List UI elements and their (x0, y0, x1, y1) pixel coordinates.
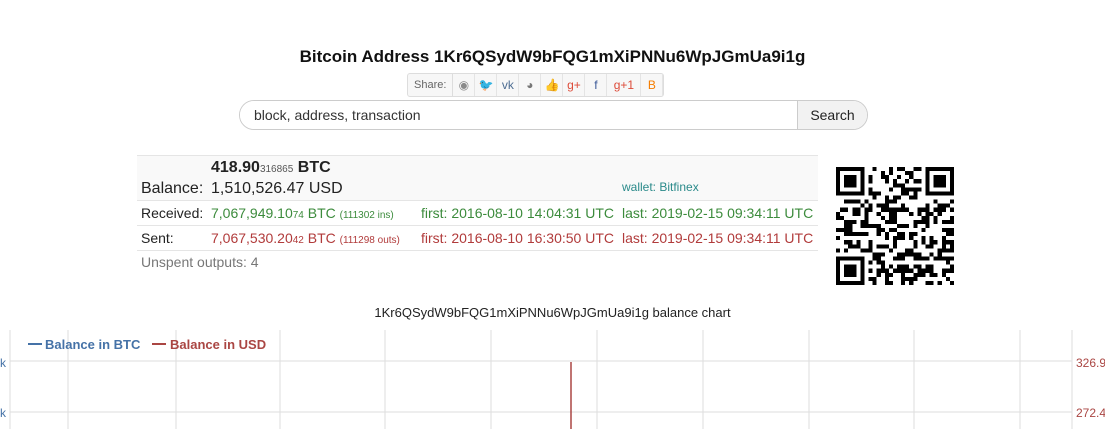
left-tick-2: k (0, 406, 7, 420)
balance-row: 418.90316865 BTC Balance: 1,510,526.47 U… (137, 155, 818, 201)
balance-label: Balance: (141, 180, 204, 197)
chart-legend[interactable]: Balance in BTC Balance in USD (28, 337, 266, 352)
balance-chart: Balance in BTC Balance in USD k k 326.9 … (0, 330, 1105, 429)
balance-btc-unit: BTC (297, 159, 331, 176)
wallet-link[interactable]: wallet: Bitfinex (622, 180, 699, 194)
balance-btc: 418.90316865 BTC (211, 159, 331, 177)
twitter-icon[interactable]: 🐦 (475, 74, 498, 96)
page-title: Bitcoin Address 1Kr6QSydW9bFQG1mXiPNNu6W… (299, 47, 806, 66)
unspent-outputs: Unspent outputs: 4 (141, 254, 259, 270)
sent-first: first: 2016-08-10 16:30:50 UTC (421, 230, 614, 246)
received-label: Received: (141, 205, 204, 221)
like-icon[interactable]: 👍 (541, 74, 564, 96)
received-ins: (111302 ins) (339, 210, 394, 221)
sent-outs: (111298 outs) (339, 235, 400, 246)
left-tick-1: k (0, 356, 7, 370)
legend-btc: Balance in BTC (45, 337, 141, 352)
google-plus-icon[interactable]: g+ (563, 74, 586, 96)
chart-title: 1Kr6QSydW9bFQG1mXiPNNu6WpJGmUa9i1g balan… (374, 305, 731, 320)
reddit-icon[interactable]: ◉ (453, 74, 476, 96)
search-button[interactable]: Search (797, 101, 867, 129)
blogger-icon[interactable]: B (641, 74, 664, 96)
received-first: first: 2016-08-10 14:04:31 UTC (421, 205, 614, 221)
right-tick-1: 326.9 (1076, 356, 1105, 370)
legend-usd: Balance in USD (170, 337, 266, 352)
weibo-icon[interactable]: ◕ (519, 74, 542, 96)
google-plus-one-icon[interactable]: g+1 (607, 74, 642, 96)
received-last: last: 2019-02-15 09:34:11 UTC (622, 205, 814, 221)
search-input[interactable] (240, 101, 797, 129)
sent-last: last: 2019-02-15 09:34:11 UTC (622, 230, 814, 246)
balance-btc-main: 418.90 (211, 159, 260, 176)
right-tick-2: 272.4 (1076, 406, 1105, 420)
vk-icon[interactable]: vk (497, 74, 520, 96)
search-bar: Search (239, 100, 868, 130)
address-summary: 418.90316865 BTC Balance: 1,510,526.47 U… (137, 155, 818, 273)
facebook-icon[interactable]: f (585, 74, 608, 96)
received-amount: 7,067,949.1074 BTC (111302 ins) (211, 205, 394, 221)
share-bar: Share: ◉ 🐦 vk ◕ 👍 g+ f g+1 B (407, 73, 665, 97)
qr-code (836, 167, 954, 285)
received-row: Received: 7,067,949.1074 BTC (111302 ins… (137, 201, 818, 226)
share-label: Share: (408, 74, 454, 96)
sent-label: Sent: (141, 230, 174, 246)
sent-amount: 7,067,530.2042 BTC (111298 outs) (211, 230, 400, 246)
balance-usd: 1,510,526.47 USD (211, 180, 343, 197)
balance-btc-small: 316865 (259, 164, 294, 175)
sent-row: Sent: 7,067,530.2042 BTC (111298 outs) f… (137, 226, 818, 251)
